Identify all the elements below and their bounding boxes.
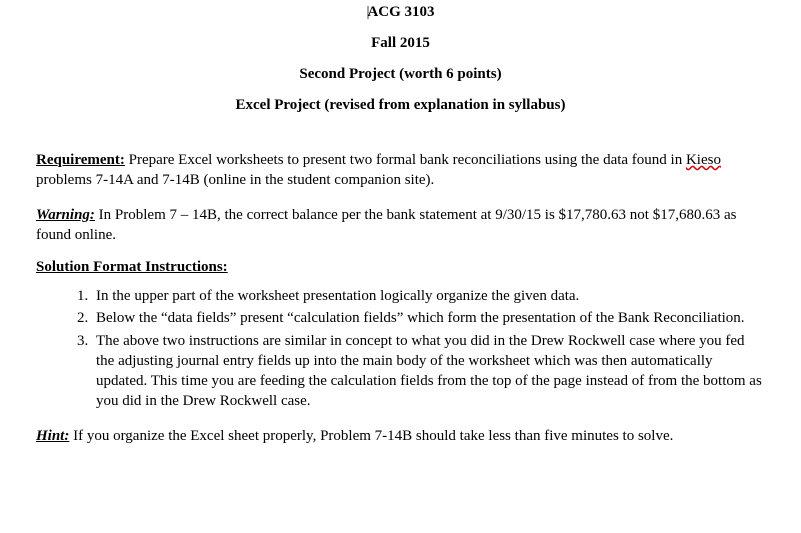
- document-page: ACG 3103 Fall 2015 Second Project (worth…: [0, 4, 801, 454]
- requirement-text-pre: Prepare Excel worksheets to present two …: [125, 152, 686, 168]
- project-subtitle: Excel Project (revised from explanation …: [36, 97, 765, 114]
- hint-label: Hint:: [36, 428, 69, 444]
- requirement-paragraph: Requirement: Prepare Excel worksheets to…: [36, 150, 765, 191]
- warning-text: In Problem 7 – 14B, the correct balance …: [36, 207, 736, 243]
- term: Fall 2015: [36, 35, 765, 52]
- requirement-label: Requirement:: [36, 152, 125, 168]
- hint-text: If you organize the Excel sheet properly…: [69, 428, 673, 444]
- instructions-list: In the upper part of the worksheet prese…: [36, 286, 765, 412]
- warning-paragraph: Warning: In Problem 7 – 14B, the correct…: [36, 205, 765, 246]
- solution-format-heading: Solution Format Instructions:: [36, 259, 765, 276]
- list-item: Below the “data fields” present “calcula…: [92, 308, 765, 328]
- document-body: Requirement: Prepare Excel worksheets to…: [36, 150, 765, 446]
- warning-label: Warning:: [36, 207, 95, 223]
- list-item: In the upper part of the worksheet prese…: [92, 286, 765, 306]
- list-item: The above two instructions are similar i…: [92, 331, 765, 412]
- hint-paragraph: Hint: If you organize the Excel sheet pr…: [36, 426, 765, 446]
- spelling-error-word: Kieso: [686, 152, 721, 168]
- course-code: ACG 3103: [36, 4, 765, 21]
- project-line: Second Project (worth 6 points): [36, 66, 765, 83]
- document-header: ACG 3103 Fall 2015 Second Project (worth…: [36, 4, 765, 114]
- requirement-text-post: problems 7-14A and 7-14B (online in the …: [36, 172, 434, 188]
